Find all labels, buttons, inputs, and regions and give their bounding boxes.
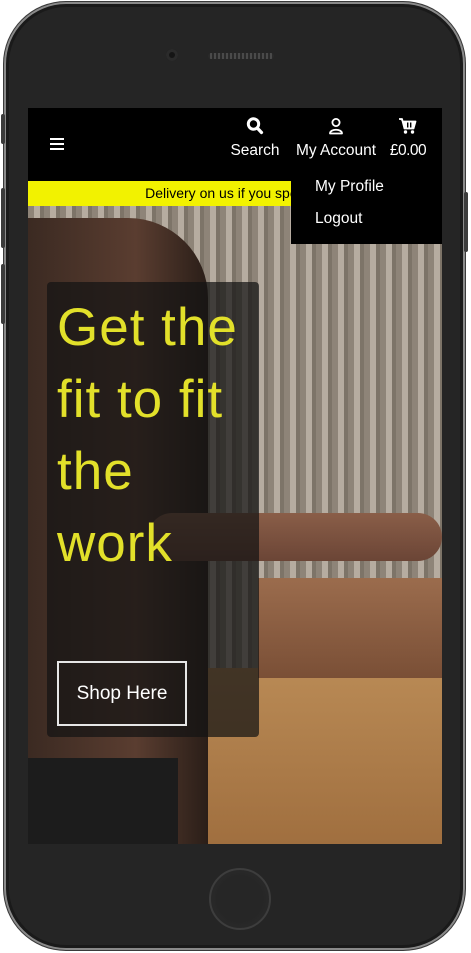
cart-icon [399, 118, 417, 134]
search-icon [246, 117, 264, 135]
my-account-label: My Account [295, 142, 377, 159]
dropdown-item-my-profile[interactable]: My Profile [315, 178, 384, 196]
hero-heading: Get the fit to fit the work [57, 298, 238, 573]
hero-background-bench [258, 578, 442, 678]
hero-background-shorts [28, 758, 178, 844]
hero-card: Get the fit to fit the work Shop Here [47, 282, 259, 737]
volume-down-button [1, 264, 5, 324]
account-dropdown-menu: My Profile Logout [291, 164, 442, 244]
front-camera [166, 49, 178, 61]
volume-up-button [1, 188, 5, 248]
hamburger-icon[interactable] [50, 138, 64, 150]
earpiece-speaker [208, 53, 274, 59]
shop-here-button[interactable]: Shop Here [57, 661, 187, 726]
search-nav-item[interactable]: Search [227, 116, 283, 160]
mute-switch [1, 114, 5, 144]
power-button [464, 192, 468, 252]
phone-screen: Search My Account £0.00 Delivery on us i… [28, 108, 442, 844]
cart-total: £0.00 [389, 142, 427, 159]
home-button[interactable] [209, 868, 271, 930]
dropdown-item-logout[interactable]: Logout [315, 210, 362, 228]
cart-nav-item[interactable]: £0.00 [387, 116, 429, 160]
user-icon [329, 118, 343, 135]
my-account-nav-item[interactable]: My Account [290, 116, 382, 160]
search-label: Search [230, 142, 280, 159]
